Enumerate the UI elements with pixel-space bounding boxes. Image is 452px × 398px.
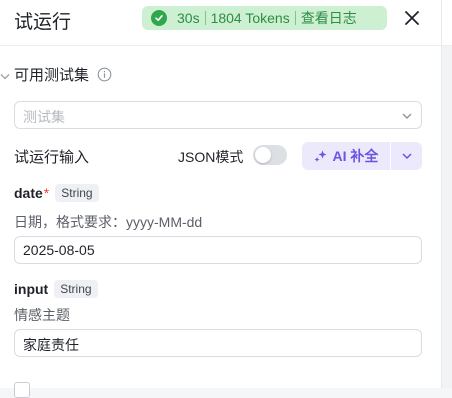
json-mode-toggle[interactable] — [253, 145, 287, 165]
test-set-select[interactable]: 测试集 — [14, 101, 422, 129]
status-divider — [204, 11, 206, 25]
sparkle-icon — [314, 150, 327, 163]
close-icon — [405, 11, 419, 25]
ai-complete-button[interactable]: AI 补全 — [302, 142, 390, 170]
side-strip-header — [442, 0, 452, 46]
field-date-header: date * String — [14, 184, 99, 202]
token-count: 1804 Tokens — [210, 10, 290, 26]
field-input-header: input String — [14, 280, 98, 298]
check-circle-icon — [151, 10, 167, 26]
checkbox[interactable] — [14, 382, 30, 398]
type-badge: String — [55, 184, 99, 202]
ai-complete-label: AI 补全 — [332, 148, 379, 164]
side-strip — [442, 0, 452, 388]
close-button[interactable] — [402, 8, 422, 28]
panel-header: 试运行 30s 1804 Tokens 查看日志 — [0, 0, 442, 46]
field-description: 情感主题 — [14, 307, 70, 323]
theme-input[interactable]: 家庭责任 — [14, 329, 422, 357]
test-run-panel: 试运行 30s 1804 Tokens 查看日志 可用测试集 测试集 试运行输入 — [0, 0, 442, 398]
type-badge: String — [54, 280, 98, 298]
view-log-link[interactable]: 查看日志 — [301, 8, 357, 28]
collapse-toggle[interactable] — [0, 68, 10, 80]
ai-complete-dropdown[interactable] — [391, 142, 422, 170]
json-mode-label: JSON模式 — [178, 149, 244, 165]
test-set-placeholder: 测试集 — [23, 109, 65, 125]
status-divider — [294, 11, 296, 25]
field-name: input — [14, 281, 49, 297]
date-input[interactable]: 2025-08-05 — [14, 236, 422, 264]
toggle-knob — [255, 147, 271, 163]
test-set-section-title: 可用测试集 — [14, 64, 112, 85]
info-icon[interactable] — [97, 67, 112, 82]
field-name: date — [14, 185, 43, 201]
required-mark: * — [43, 185, 50, 201]
field-description: 日期，格式要求：yyyy-MM-dd — [14, 214, 203, 230]
run-status-badge: 30s 1804 Tokens 查看日志 — [142, 6, 387, 30]
panel-title: 试运行 — [14, 12, 72, 33]
chevron-down-icon — [0, 74, 10, 80]
chevron-down-icon — [401, 153, 412, 160]
run-duration: 30s — [177, 10, 200, 26]
chevron-down-icon — [401, 109, 413, 127]
run-input-label: 试运行输入 — [14, 149, 90, 166]
test-set-title-text: 可用测试集 — [14, 67, 90, 84]
